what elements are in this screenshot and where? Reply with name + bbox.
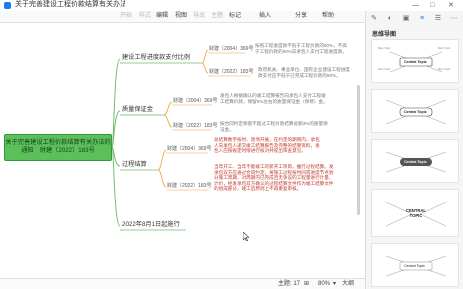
document-title: 关于完善建设工程价款结算有关办法 [15,1,125,8]
mindmap-canvas[interactable]: 关于完善建设工程价款结算有关办法的通知 财建〔2022〕183号 建设工程进度款… [0,23,365,278]
template-thumbnail[interactable]: Central Topic [371,89,459,133]
branch-quality-deposit[interactable]: 质量保证金 [122,106,153,114]
close-button[interactable]: ✕ [448,2,454,9]
menu-share[interactable]: 分享 [295,12,307,21]
branch-process-settlement[interactable]: 过程结算 [122,161,147,169]
menu-style[interactable]: 样式 [139,12,151,21]
panel-title: 思维导图 [372,32,397,38]
outline-toggle[interactable]: 大纲 [342,280,354,289]
sub-topic[interactable]: 财建〔2004〕369号 [167,146,211,152]
title-bar: 关于完善建设工程价款结算有关办法 — □ ✕ [0,0,463,11]
maximize-button[interactable]: □ [430,2,434,9]
template-mini-label: Main Topic [438,68,451,71]
template-mini-label: Main Topic [378,47,391,50]
template-label: CENTRAL TOPIC [405,208,426,218]
theme-icon[interactable]: ◐ [386,15,394,23]
menu-edit[interactable]: 编辑 [156,12,168,21]
more-icon[interactable]: ⋯ [450,15,458,23]
menu-insert[interactable]: 插入 [259,12,271,21]
template-thumbnail[interactable]: Central Topic [371,243,459,287]
app-window: 关于完善建设工程价款结算有关办法 — □ ✕ 开始 样式 编辑 视图 导出 主题… [0,0,463,289]
app-logo-icon [4,2,11,9]
leaf-note[interactable]: 发包人根据确认的竣工结算报告向承包人支付工程竣工结算价款，保留5%左右的质量保证… [220,93,330,104]
sub-topic[interactable]: 财建〔2022〕183号 [173,123,217,129]
menu-mark[interactable]: 标记 [229,12,241,21]
minimize-button[interactable]: — [412,2,419,9]
image-icon[interactable]: ▣ [402,15,410,23]
link-branch-4 [111,146,121,227]
branch-effective-date[interactable]: 2022年8月1日起施行 [122,221,180,229]
template-thumbnail[interactable]: CENTRAL TOPIC [371,189,459,237]
list-icon[interactable]: ≡ [418,15,426,23]
status-bar: 主题: 17 ⊞ 80% ▾ 大纲 [0,278,365,289]
menu-theme[interactable]: 主题 [211,12,223,21]
branch-progress-payment[interactable]: 建设工程进度款支付比例 [122,54,190,62]
leaf-note[interactable]: 总结算数字按时、逐项开展，在约定的期限内，承包人向发包人递交竣工结算报告及完整的… [214,137,322,154]
template-label: Central Topic [404,160,427,164]
sub-topic[interactable]: 财建〔2004〕369号 [209,46,253,52]
zoom-dropdown-icon[interactable]: ▾ [333,280,336,289]
link-branch-1 [111,58,121,148]
menu-view[interactable]: 视图 [175,12,187,21]
sub-topic[interactable]: 财建〔2004〕369号 [173,98,217,104]
template-label: Central Topic [404,110,427,114]
template-thumbnail[interactable]: Central Topic Main Topic Main Topic Main… [371,39,459,83]
template-thumbnail[interactable]: Central Topic [371,139,459,183]
fit-icon[interactable]: ⊞ [304,280,309,289]
leaf-note[interactable]: 按照工程进度款不低于工程价款的60%，不高于工程价款的90%向承包人支付工程进度… [255,43,351,54]
leaf-note[interactable]: 当年开工、当年不能竣工的新开工项目，推行过程结算。发承包双方应通过合同约定，将施… [214,164,334,192]
central-topic[interactable]: 关于完善建设工程价款结算有关办法的通知 财建〔2022〕183号 [4,134,112,161]
leaf-note[interactable]: 按合同约定保留不超过工程价款结算总额3%的质量保证金。 [220,121,330,132]
zoom-level[interactable]: 80% [318,280,330,289]
template-mini-label: Main Topic [438,47,451,50]
outline-icon[interactable]: ☰ [434,15,442,23]
right-panel: ✎ ◐ ▣ ≡ ☰ ⋯ 思维导图 Central Topic Main Topi… [365,11,463,289]
topic-count: 主题: 17 [278,281,301,287]
style-icon[interactable]: ✎ [370,15,378,23]
menu-help[interactable]: 帮助 [322,12,334,21]
vertical-scrollbar[interactable] [357,85,360,215]
sub-topic[interactable]: 财建〔2022〕183号 [167,183,211,189]
sub-topic[interactable]: 财建〔2022〕183号 [209,69,253,75]
menu-start[interactable]: 开始 [120,12,132,21]
template-label: Central Topic [404,60,427,64]
mouse-cursor-icon [243,232,249,241]
leaf-note[interactable]: 政府机关、事业单位、国有企业建设工程进度款支付应不低于已完成工程价款的80%。 [258,67,354,78]
menu-export[interactable]: 导出 [193,12,205,21]
template-label: Central Topic [404,264,425,268]
template-mini-label: Main Topic [378,68,391,71]
